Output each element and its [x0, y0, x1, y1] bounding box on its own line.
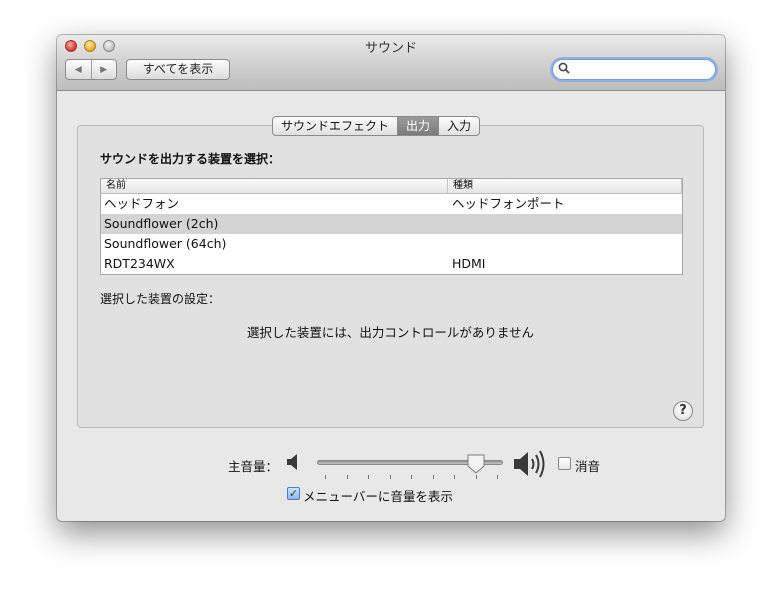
device-type: [449, 214, 452, 234]
table-row[interactable]: Soundflower (64ch): [101, 234, 682, 254]
device-type: [449, 234, 452, 254]
search-input[interactable]: [573, 61, 709, 79]
tab-sound-effects[interactable]: サウンドエフェクト: [273, 117, 397, 135]
show-volume-in-menubar-checkbox[interactable]: ✓: [287, 487, 300, 500]
device-type: ヘッドフォンポート: [452, 196, 565, 211]
tab-output[interactable]: 出力: [397, 117, 439, 135]
device-name: RDT234WX: [104, 256, 175, 271]
settings-label: 選択した装置の設定：: [100, 292, 221, 306]
table-header: 名前 種類: [101, 179, 682, 194]
table-row[interactable]: RDT234WX HDMI: [101, 254, 682, 274]
tab-bar: サウンドエフェクト 出力 入力: [272, 116, 481, 136]
mute-checkbox[interactable]: [558, 457, 571, 470]
speaker-low-icon: [286, 452, 302, 476]
window-title: サウンド: [364, 41, 417, 56]
forward-button[interactable]: ▶: [90, 60, 117, 79]
show-volume-in-menubar-label: メニューバーに音量を表示: [303, 489, 453, 504]
sound-preferences-window: サウンド ◀ ▶ すべてを表示 サウンドを出力する装置を選択： 名前 種類 ヘッ…: [57, 35, 725, 521]
column-header-name[interactable]: 名前: [101, 179, 448, 193]
output-panel: サウンドを出力する装置を選択： 名前 種類 ヘッドフォン ヘッドフォンポート S…: [77, 125, 704, 428]
magnifier-icon: [558, 62, 570, 77]
back-forward-group: ◀ ▶: [65, 59, 117, 80]
table-row[interactable]: Soundflower (2ch): [101, 214, 682, 234]
device-table[interactable]: 名前 種類 ヘッドフォン ヘッドフォンポート Soundflower (2ch)…: [100, 178, 683, 275]
show-all-button[interactable]: すべてを表示: [126, 59, 230, 80]
mute-label: 消音: [575, 459, 601, 474]
section-title: サウンドを出力する装置を選択：: [100, 152, 281, 166]
help-button[interactable]: ?: [673, 401, 693, 421]
device-name: Soundflower (2ch): [104, 216, 219, 231]
device-name: Soundflower (64ch): [104, 236, 227, 251]
back-button[interactable]: ◀: [66, 60, 91, 79]
titlebar: サウンド ◀ ▶ すべてを表示: [57, 35, 725, 91]
volume-slider-thumb[interactable]: [467, 454, 485, 478]
no-controls-message: 選択した装置には、出力コントロールがありません: [246, 325, 535, 340]
device-name: ヘッドフォン: [104, 196, 180, 211]
device-type: HDMI: [452, 256, 486, 271]
search-field[interactable]: [552, 59, 716, 80]
tab-input[interactable]: 入力: [438, 117, 479, 135]
column-header-type[interactable]: 種類: [448, 179, 682, 193]
table-row[interactable]: ヘッドフォン ヘッドフォンポート: [101, 194, 682, 214]
speaker-high-icon: [513, 449, 547, 483]
output-volume-label: 主音量：: [228, 459, 279, 474]
